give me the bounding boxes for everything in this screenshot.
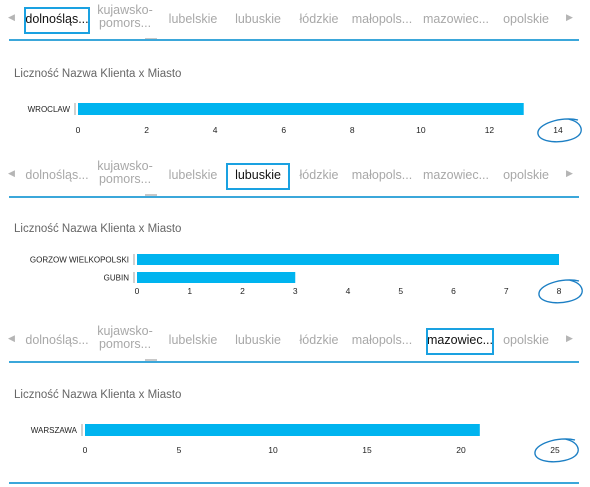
x-tick-label: 5	[177, 445, 182, 455]
x-tick-label: 4	[213, 125, 218, 135]
x-tick-label: 12	[485, 125, 495, 135]
x-tick-label: 2	[144, 125, 149, 135]
x-tick-label: 6	[451, 286, 456, 296]
bar[interactable]	[78, 103, 524, 115]
bar-chart: WARSZAWA 0 5 10 15 20 25	[31, 424, 579, 463]
x-tick-label: 4	[346, 286, 351, 296]
x-tick-label: 14	[553, 125, 563, 135]
chart-title: Liczność Nazwa Klienta x Miasto	[14, 389, 182, 401]
row-grip	[74, 103, 76, 115]
tab-opolskie[interactable]: opolskie	[496, 321, 556, 359]
tab-dolnoslaskie[interactable]: dolnośląs...	[24, 321, 90, 359]
tab-malopolskie[interactable]: małopols...	[348, 321, 416, 359]
tab-kujawsko-pomorskie[interactable]: kujawsko-pomors...	[90, 321, 160, 355]
triangle-left-icon[interactable]: ◀	[8, 12, 15, 23]
tab-lubelskie[interactable]: lubelskie	[160, 156, 226, 194]
triangle-left-icon[interactable]: ◀	[8, 168, 15, 179]
tab-mazowieckie[interactable]: mazowiec...	[416, 156, 496, 194]
region-tab-strip: ◀ dolnośląs... kujawsko-pomors... lubels…	[0, 156, 590, 194]
panel-bottom-line	[9, 482, 579, 484]
region-tab-strip: ◀ dolnośląs... kujawsko-pomors... lubels…	[0, 0, 590, 38]
tab-dolnoslaskie[interactable]: dolnośląs...	[24, 0, 90, 38]
bar[interactable]	[137, 272, 296, 283]
x-tick-label: 7	[504, 286, 509, 296]
tab-kujawsko-pomorskie[interactable]: kujawsko-pomors...	[90, 0, 160, 34]
tab-underline	[9, 39, 579, 41]
category-label: GUBIN	[104, 274, 130, 283]
x-tick-label: 6	[281, 125, 286, 135]
x-tick-label: 0	[135, 286, 140, 296]
tab-opolskie[interactable]: opolskie	[496, 0, 556, 38]
tab-opolskie[interactable]: opolskie	[496, 156, 556, 194]
tab-lodzkie[interactable]: łódzkie	[290, 156, 348, 194]
triangle-right-icon[interactable]: ▶	[566, 12, 573, 23]
x-tick-label: 1	[187, 286, 192, 296]
tab-lodzkie[interactable]: łódzkie	[290, 321, 348, 359]
region-tab-strip: ◀ dolnośląs... kujawsko-pomors... lubels…	[0, 321, 590, 359]
chart-title: Liczność Nazwa Klienta x Miasto	[14, 68, 182, 80]
bar-chart: WROCLAW 0 2 4 6 8 10 12 14	[28, 103, 582, 143]
row-grip	[133, 254, 135, 265]
x-tick-label: 15	[362, 445, 372, 455]
category-label: WARSZAWA	[31, 426, 78, 435]
x-tick-label: 5	[398, 286, 403, 296]
bar[interactable]	[85, 424, 480, 436]
tab-malopolskie[interactable]: małopols...	[348, 0, 416, 38]
tab-kujawsko-pomorskie[interactable]: kujawsko-pomors...	[90, 156, 160, 190]
tab-lubelskie[interactable]: lubelskie	[160, 0, 226, 38]
x-tick-label: 25	[550, 445, 560, 455]
tab-lodzkie[interactable]: łódzkie	[290, 0, 348, 38]
x-tick-label: 0	[76, 125, 81, 135]
x-tick-label: 2	[240, 286, 245, 296]
x-tick-label: 8	[557, 286, 562, 296]
bar-chart: GORZOW WIELKOPOLSKI GUBIN 0 1 2 3 4 5 6 7 8	[30, 254, 583, 304]
tab-lubelskie[interactable]: lubelskie	[160, 321, 226, 359]
row-grip	[133, 272, 135, 283]
category-label: GORZOW WIELKOPOLSKI	[30, 256, 129, 265]
tab-mazowieckie[interactable]: mazowiec...	[416, 0, 496, 38]
tab-lubuskie[interactable]: lubuskie	[226, 321, 290, 359]
x-tick-label: 10	[416, 125, 426, 135]
x-tick-label: 8	[350, 125, 355, 135]
tab-lubuskie[interactable]: lubuskie	[226, 156, 290, 194]
x-tick-label: 3	[293, 286, 298, 296]
category-label: WROCLAW	[28, 105, 71, 114]
tab-malopolskie[interactable]: małopols...	[348, 156, 416, 194]
tab-underline	[9, 196, 579, 198]
chart-title: Liczność Nazwa Klienta x Miasto	[14, 223, 182, 235]
x-tick-label: 0	[83, 445, 88, 455]
triangle-left-icon[interactable]: ◀	[8, 333, 15, 344]
tab-underline	[9, 361, 579, 363]
triangle-right-icon[interactable]: ▶	[566, 168, 573, 179]
triangle-right-icon[interactable]: ▶	[566, 333, 573, 344]
tab-dolnoslaskie[interactable]: dolnośląs...	[24, 156, 90, 194]
tab-mazowieckie[interactable]: mazowiec...	[426, 321, 494, 359]
x-tick-label: 10	[268, 445, 278, 455]
tab-lubuskie[interactable]: lubuskie	[226, 0, 290, 38]
x-tick-label: 20	[456, 445, 466, 455]
bar[interactable]	[137, 254, 559, 265]
row-grip	[81, 424, 83, 436]
